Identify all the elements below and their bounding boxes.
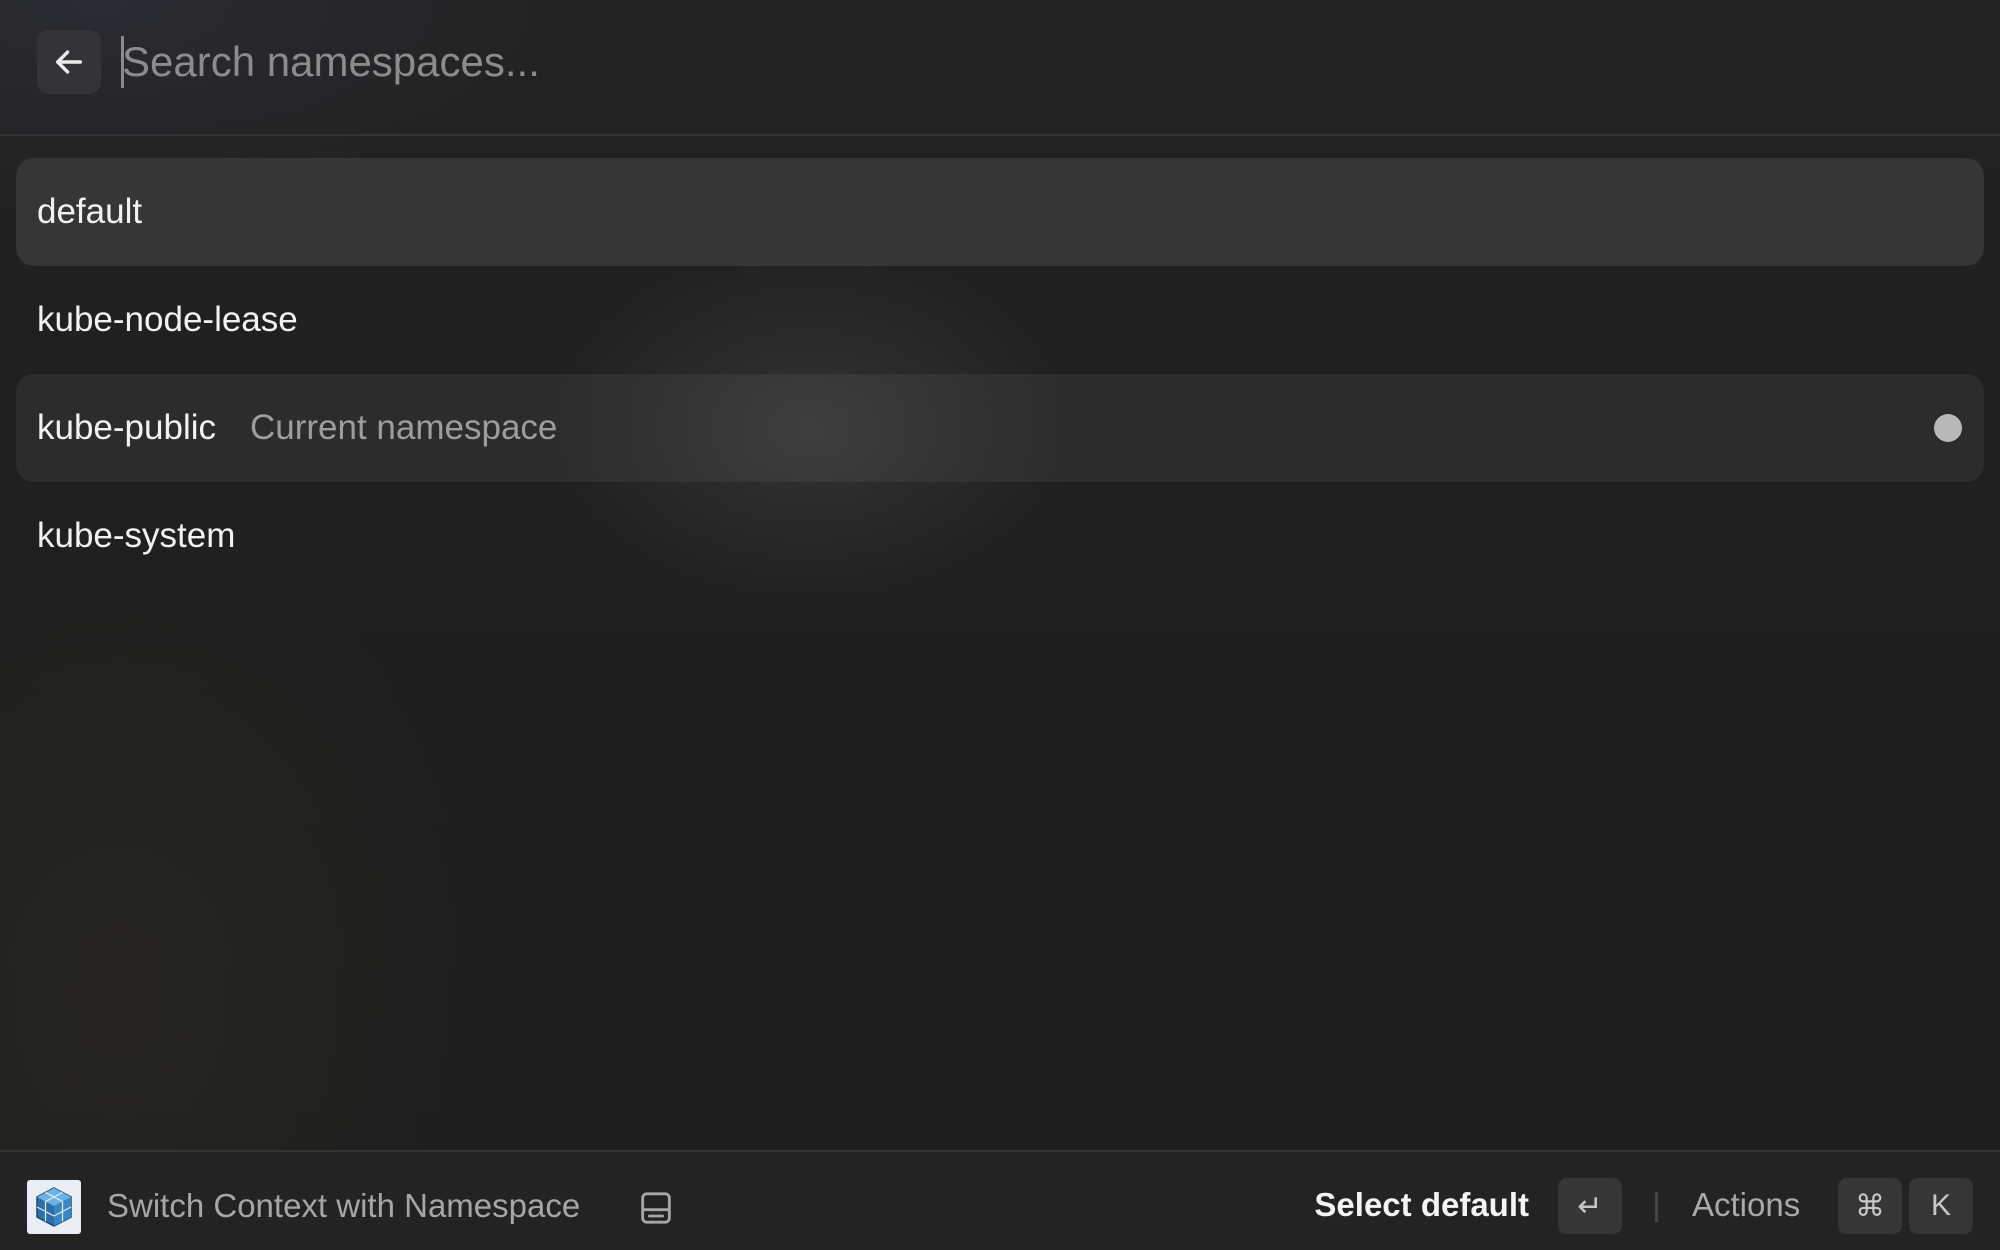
list-item-default[interactable]: default — [16, 158, 1984, 266]
hard-drive-icon — [641, 1192, 671, 1224]
list-item-title: default — [37, 192, 143, 231]
k-key-icon: K — [1909, 1178, 1973, 1234]
footer-divider — [1655, 1192, 1658, 1222]
arrow-left-icon — [55, 50, 83, 74]
list-item-title: kube-public — [37, 408, 216, 447]
kubernetes-cube-icon — [27, 1180, 81, 1234]
extension-title: Switch Context with Namespace — [107, 1187, 581, 1224]
list-item-title: kube-node-lease — [37, 300, 298, 339]
search-input[interactable] — [122, 30, 1942, 94]
actions-button[interactable]: Actions — [1692, 1185, 1800, 1225]
list-item-kube-system[interactable]: kube-system — [16, 482, 1984, 590]
raycast-window: default kube-node-lease kube-public Curr… — [0, 0, 2000, 1250]
action-bar: Switch Context with Namespace Select def… — [0, 1150, 2000, 1250]
namespace-list: default kube-node-lease kube-public Curr… — [16, 158, 1984, 590]
enter-key-icon: ↵ — [1558, 1178, 1622, 1234]
list-item-kube-node-lease[interactable]: kube-node-lease — [16, 266, 1984, 374]
search-header — [0, 0, 2000, 136]
select-default-action-button[interactable]: Select default — [1314, 1185, 1529, 1225]
list-item-kube-public[interactable]: kube-public Current namespace — [16, 374, 1984, 482]
current-namespace-subtitle: Current namespace — [250, 408, 558, 447]
command-key-icon: ⌘ — [1838, 1178, 1902, 1234]
list-item-title: kube-system — [37, 516, 236, 555]
back-button[interactable] — [37, 30, 101, 94]
current-indicator-dot-icon — [1934, 414, 1962, 442]
